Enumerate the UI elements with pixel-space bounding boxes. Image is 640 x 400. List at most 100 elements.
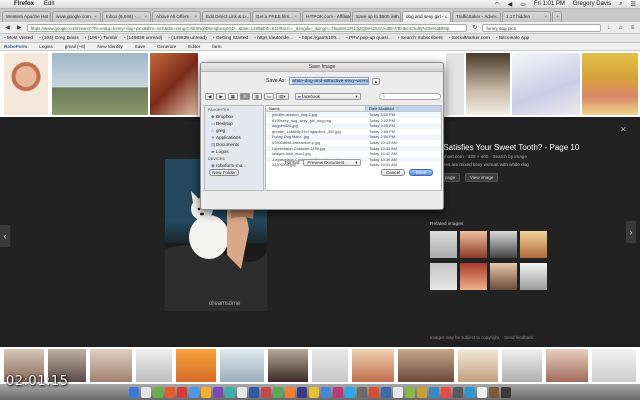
dock-app-icon[interactable] (141, 386, 151, 398)
browser-tab[interactable]: × dog and sexy girl - ... (402, 11, 451, 22)
related-thumbnail[interactable] (520, 231, 547, 258)
menubar-user[interactable]: Gregory Davis (573, 1, 611, 7)
sidebar-item-applications[interactable]: ✦Applications (205, 134, 263, 141)
browser-tab[interactable]: ×Western Apache Hot Sh... (2, 11, 51, 22)
result-thumbnail[interactable] (176, 349, 216, 382)
bookmark-item[interactable]: https://gaots109... (299, 36, 340, 41)
browser-tab[interactable]: × 1.17 hidden (502, 11, 551, 22)
view-image-button[interactable]: View image (464, 173, 499, 182)
result-thumbnail[interactable] (220, 349, 264, 382)
previous-image-arrow[interactable]: ‹ (0, 225, 10, 247)
result-thumbnail[interactable] (458, 349, 498, 382)
close-tab-icon[interactable]: × (544, 12, 547, 22)
result-thumbnail[interactable] (352, 349, 394, 382)
dock-app-icon[interactable] (153, 386, 163, 398)
bookmark-item[interactable]: Bitcoinalo App (496, 36, 529, 41)
download-icon[interactable]: ↓ (604, 24, 613, 32)
dock-app-icon[interactable] (501, 386, 511, 398)
dock-app-icon[interactable] (429, 386, 439, 398)
browser-tab[interactable]: × HITPOK.com - Affiliate (302, 11, 351, 22)
result-thumbnail[interactable] (466, 53, 510, 115)
browser-tab[interactable]: × Save up to $500 with... (352, 11, 401, 22)
bookmark-item[interactable]: (194) Greg Davis (39, 36, 79, 41)
roboform-generate[interactable]: Generate (157, 44, 176, 49)
dock-app-icon[interactable] (465, 386, 475, 398)
roboform-save[interactable]: Save (135, 44, 145, 49)
result-thumbnail[interactable] (582, 53, 638, 115)
result-thumbnail[interactable] (592, 349, 636, 382)
browser-tab[interactable]: × Get a FREE film... (252, 11, 301, 22)
arrange-icon[interactable]: ▤▾ (276, 93, 289, 100)
browser-tab[interactable]: × Inbox (6,046) - ... (102, 11, 151, 22)
result-thumbnail[interactable] (268, 349, 308, 382)
dock-app-icon[interactable] (249, 386, 259, 398)
dock-app-icon[interactable] (273, 386, 283, 398)
dock-app-icon[interactable] (381, 386, 391, 398)
new-tab-icon[interactable]: + (552, 11, 562, 22)
dock-app-icon[interactable] (417, 386, 427, 398)
roboform-farm[interactable]: farm (212, 44, 221, 49)
dock-app-icon[interactable] (129, 386, 139, 398)
close-tab-icon[interactable]: × (144, 12, 147, 22)
browser-tab[interactable]: × Above All Offers (152, 11, 201, 22)
bookmark-item[interactable]: Getting Started (213, 36, 248, 41)
app-menu-firefox[interactable]: Firefox (14, 1, 34, 7)
back-icon[interactable]: ◀ (205, 93, 215, 100)
dock-app-icon[interactable] (177, 386, 187, 398)
sidebar-item-documents[interactable]: ▤Documents (205, 141, 263, 148)
bookmark-item[interactable]: Search Subscribers (398, 36, 443, 41)
browser-tab[interactable]: × www.google.com (52, 11, 101, 22)
filename-input[interactable]: white-dog-and-attractive-sexy-woma (288, 77, 369, 85)
expand-dialog-icon[interactable]: ▴ (371, 77, 380, 85)
result-thumbnail[interactable] (512, 53, 580, 115)
bookmark-item[interactable]: (149839 unread) (168, 36, 206, 41)
related-thumbnail[interactable] (460, 231, 487, 258)
result-thumbnail[interactable] (136, 349, 172, 382)
sidebar-item-logos[interactable]: ▰Logos (205, 148, 263, 155)
new-folder-button[interactable]: New Folder (209, 169, 239, 176)
result-thumbnail[interactable] (546, 349, 588, 382)
dock-app-icon[interactable] (333, 386, 343, 398)
dock-app-icon[interactable] (357, 386, 367, 398)
result-thumbnail[interactable] (312, 349, 348, 382)
menu-icon[interactable]: ≡ (628, 24, 637, 32)
spotlight-icon[interactable]: ⌕ (619, 1, 622, 8)
dock-app-icon[interactable] (453, 386, 463, 398)
url-bar[interactable]: https://www.google.com/search?hl=en&q=fu… (26, 23, 468, 32)
related-thumbnail[interactable] (430, 263, 457, 290)
result-thumbnail[interactable] (4, 53, 48, 115)
result-thumbnail[interactable] (502, 349, 542, 382)
menu-edit[interactable]: Edit (44, 1, 54, 7)
sidebar-item-dropbox[interactable]: ◆Dropbox (205, 113, 263, 120)
column-date-header[interactable]: Date Modified (366, 106, 441, 111)
column-view-icon[interactable]: ▥ (251, 93, 263, 100)
dock-app-icon[interactable] (285, 386, 295, 398)
close-tab-icon[interactable]: × (194, 12, 197, 22)
close-tab-icon[interactable]: × (294, 12, 297, 22)
roboform-new-identity[interactable]: New Identity (97, 44, 122, 49)
list-view-icon[interactable]: ☰ (239, 93, 250, 100)
related-thumbnail[interactable] (490, 263, 517, 290)
result-thumbnail[interactable] (398, 349, 454, 382)
bookmark-item[interactable]: (196+) Tumblr (85, 36, 118, 41)
dock-app-icon[interactable] (345, 386, 355, 398)
dock-app-icon[interactable] (393, 386, 403, 398)
bookmark-item[interactable]: https://autoride... (254, 36, 293, 41)
feedback-text[interactable]: Images may be subject to copyright. · Se… (430, 335, 533, 340)
roboform-logins[interactable]: Logins (39, 44, 53, 49)
dock-app-icon[interactable] (321, 386, 331, 398)
battery-icon[interactable]: ▭ (520, 1, 526, 8)
dock-app-icon[interactable] (237, 386, 247, 398)
roboform-gmail[interactable]: gmail (+6) (65, 44, 86, 49)
next-image-arrow[interactable]: › (626, 221, 636, 243)
save-button[interactable]: Save (409, 169, 433, 176)
dock-app-icon[interactable] (441, 386, 451, 398)
browser-tab[interactable]: × Edit Direct Link & L... (202, 11, 251, 22)
column-name-header[interactable]: Name (266, 106, 366, 111)
related-thumbnail[interactable] (520, 263, 547, 290)
bookmark-item[interactable]: (149838 unread) (124, 36, 162, 41)
dock-app-icon[interactable] (213, 386, 223, 398)
wifi-icon[interactable]: ◠ (494, 1, 499, 8)
coverflow-view-icon[interactable]: ▭ (264, 93, 275, 100)
dock-app-icon[interactable] (165, 386, 175, 398)
